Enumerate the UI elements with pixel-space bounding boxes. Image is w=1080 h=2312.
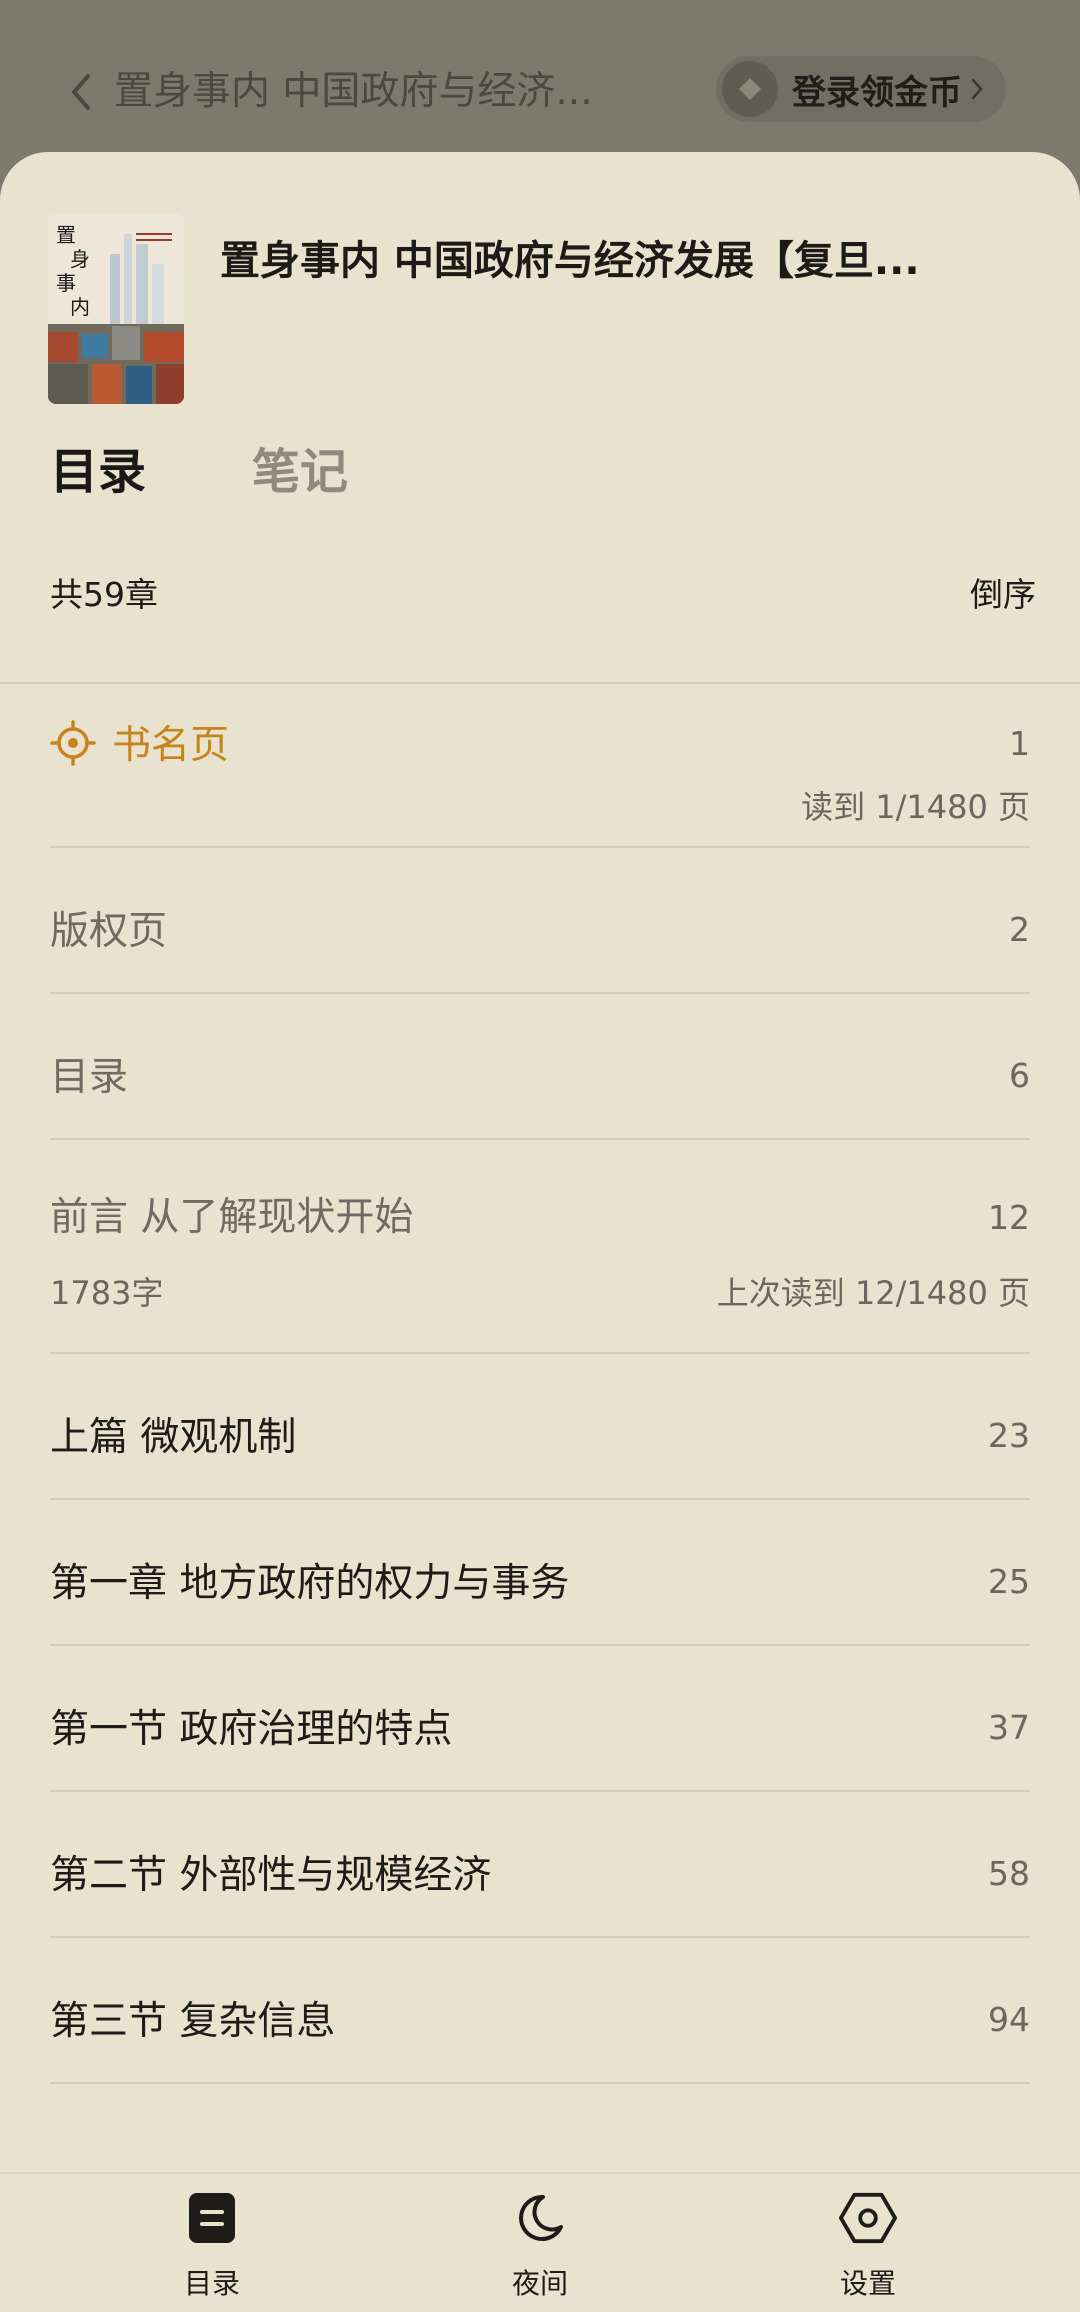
toc-item[interactable]: 第三节 复杂信息 94 [50, 1938, 1030, 2084]
toc-header-row: 共59章 倒序 [50, 562, 1036, 622]
toc-item[interactable]: 第一节 政府治理的特点 37 [50, 1646, 1030, 1792]
toc-item-title: 第一节 政府治理的特点 [50, 1707, 453, 1752]
cover-title-char-2: 身 [70, 247, 90, 271]
chapter-count: 共59章 [50, 575, 158, 614]
toc-item-page: 37 [988, 1708, 1030, 1747]
toc-item-page: 58 [988, 1854, 1030, 1893]
toc-item-title: 第三节 复杂信息 [50, 1999, 336, 2044]
cover-title-char-4: 内 [70, 295, 90, 319]
nav-settings-button[interactable]: 设置 [788, 2188, 948, 2308]
toc-item-word-count: 1783字 [50, 1274, 164, 1312]
book-cover: 置 身 事 内 [48, 214, 184, 404]
toc-item[interactable]: 上篇 微观机制 23 [50, 1354, 1030, 1500]
toc-item[interactable]: 版权页 2 [50, 848, 1030, 994]
chevron-right-icon [970, 77, 984, 101]
bottom-nav: 目录 夜间 设置 [0, 2172, 1080, 2312]
coin-icon [722, 61, 778, 117]
toc-item-page: 23 [988, 1416, 1030, 1455]
toc-item-page: 2 [1009, 910, 1030, 949]
tab-notes[interactable]: 笔记 [252, 432, 348, 512]
reverse-order-button[interactable]: 倒序 [970, 568, 1036, 616]
toc-item-progress: 读到 1/1480 页 [801, 788, 1030, 826]
tab-toc[interactable]: 目录 [50, 432, 146, 512]
back-chevron-icon[interactable] [62, 66, 98, 118]
toc-item-page: 1 [1009, 724, 1030, 763]
nav-night-label: 夜间 [511, 2267, 568, 2300]
toc-item-page: 94 [988, 2000, 1030, 2039]
toc-item-title: 目录 [50, 1055, 129, 1100]
reader-header: 置身事内 中国政府与经济... 登录领金币 [0, 0, 1080, 160]
toc-item[interactable]: 目录 6 [50, 994, 1030, 1140]
toc-item-last-read-progress: 上次读到 12/1480 页 [716, 1274, 1030, 1312]
toc-list: 书名页 1 读到 1/1480 页 版权页 2 目录 6 前言 从了解现状开始 … [50, 684, 1030, 2084]
toc-item-last-read[interactable]: 前言 从了解现状开始 12 1783字 上次读到 12/1480 页 [50, 1140, 1030, 1354]
toc-item-title: 第二节 外部性与规模经济 [50, 1853, 492, 1898]
header-title: 置身事内 中国政府与经济... [114, 69, 593, 114]
toc-item-title: 版权页 [50, 909, 168, 954]
coin-label: 登录领金币 [792, 72, 962, 113]
nav-toc-button[interactable]: 目录 [132, 2188, 292, 2308]
nav-toc-label: 目录 [183, 2267, 240, 2300]
tab-bar: 目录 笔记 [50, 432, 348, 512]
toc-item-title: 上篇 微观机制 [50, 1415, 297, 1460]
nav-settings-label: 设置 [839, 2267, 896, 2300]
book-title: 置身事内 中国政府与经济发展【复旦... [220, 238, 920, 284]
toc-item-page: 6 [1009, 1056, 1030, 1095]
toc-sheet: 置 身 事 内 置身事内 中国政府与经济发展【复旦... 目录 笔记 共59章 … [0, 152, 1080, 2312]
toc-item-page: 25 [988, 1562, 1030, 1601]
toc-icon [182, 2188, 242, 2248]
moon-icon [510, 2188, 570, 2248]
login-coin-button[interactable]: 登录领金币 [716, 56, 1006, 122]
locate-target-icon [50, 720, 96, 766]
toc-item[interactable]: 第一章 地方政府的权力与事务 25 [50, 1500, 1030, 1646]
toc-item-title: 第一章 地方政府的权力与事务 [50, 1561, 570, 1606]
toc-item-current[interactable]: 书名页 1 读到 1/1480 页 [50, 684, 1030, 848]
cover-title-char-1: 置 [56, 223, 76, 247]
toc-item-page: 12 [988, 1198, 1030, 1237]
toc-item[interactable]: 第二节 外部性与规模经济 58 [50, 1792, 1030, 1938]
nav-night-button[interactable]: 夜间 [460, 2188, 620, 2308]
settings-hexagon-icon [838, 2188, 898, 2248]
toc-item-title: 前言 从了解现状开始 [50, 1195, 414, 1240]
cover-title-char-3: 事 [56, 271, 76, 295]
toc-item-title: 书名页 [112, 723, 230, 768]
